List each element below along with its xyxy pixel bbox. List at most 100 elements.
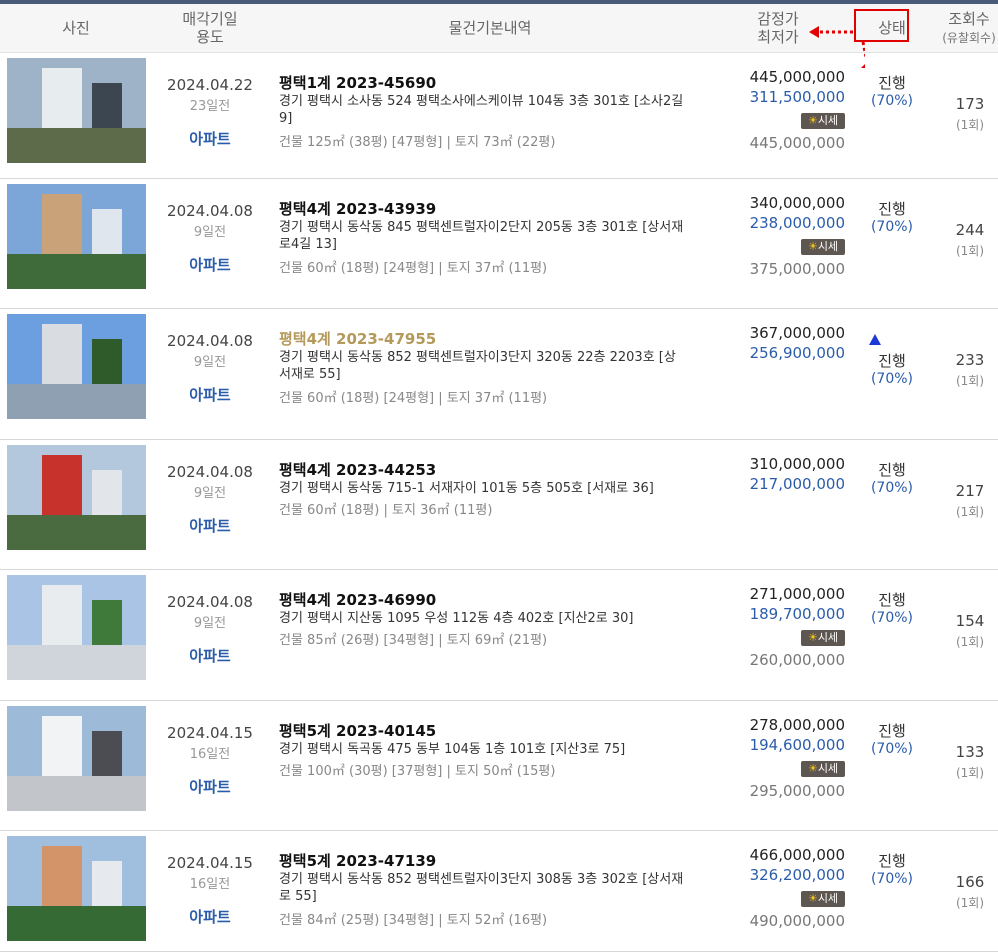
days-ago: 9일전: [193, 355, 227, 370]
area-info: 건물 100㎡ (30평) [37평형] | 토지 50㎡ (15평): [279, 764, 556, 779]
property-photo[interactable]: [7, 445, 146, 550]
address: 경기 평택시 동삭동 852 평택센트럴자이3단지 320동 22층 2203호…: [279, 350, 676, 365]
property-photo[interactable]: [7, 706, 146, 811]
status-percent: (70%): [870, 871, 914, 887]
cursor-triangle-icon: [869, 334, 881, 345]
property-photo[interactable]: [7, 184, 146, 289]
header-date-line1: 매각기일: [182, 10, 238, 28]
status-percent: (70%): [870, 371, 914, 387]
fail-count: (1회): [955, 505, 985, 519]
address-cont: 서재로 55]: [279, 367, 341, 382]
header-price-line2: 최저가: [757, 28, 799, 46]
view-count: 166: [955, 873, 985, 891]
view-count: 233: [955, 351, 985, 369]
sun-icon: ☀: [807, 892, 818, 905]
status-text: 진행: [878, 722, 906, 740]
view-count: 244: [955, 221, 985, 239]
view-count: 154: [955, 612, 985, 630]
sun-icon: ☀: [807, 114, 818, 127]
header-views-line2: (유찰회수): [942, 31, 996, 45]
property-photo[interactable]: [7, 314, 146, 419]
address: 경기 평택시 동삭동 852 평택센트럴자이3단지 308동 3층 302호 […: [279, 872, 684, 887]
market-price-label: 시세: [817, 240, 839, 253]
table-row[interactable]: 2024.04.08 9일전 아파트 평택4계 2023-46990 경기 평택시 지산…: [0, 569, 998, 701]
property-photo[interactable]: [7, 575, 146, 680]
minimum-price: 217,000,000: [749, 475, 845, 493]
table-row[interactable]: 2024.04.08 9일전 아파트 평택4계 2023-44253 경기 평택시 동삭…: [0, 439, 998, 570]
status-percent: (70%): [870, 480, 914, 496]
status-text: 진행: [878, 591, 906, 609]
fail-count: (1회): [955, 374, 985, 388]
table-row[interactable]: 2024.04.08 9일전아파트 평택4계 2023-47955 경기 평택시 동삭…: [0, 308, 998, 440]
property-photo[interactable]: [7, 58, 146, 163]
header-price[interactable]: 감정가 최저가: [748, 10, 808, 46]
usage-type[interactable]: 아파트: [160, 384, 260, 405]
usage-type[interactable]: 아파트: [160, 645, 260, 666]
minimum-price: 326,200,000: [749, 866, 845, 884]
market-price-badge[interactable]: ☀시세: [801, 113, 845, 129]
address-cont: 로4길 13]: [279, 237, 337, 252]
status-percent: (70%): [870, 93, 914, 109]
market-price-badge[interactable]: ☀시세: [801, 630, 845, 646]
market-price-badge[interactable]: ☀시세: [801, 891, 845, 907]
minimum-price: 256,900,000: [749, 344, 845, 362]
table-row[interactable]: 2024.04.08 9일전 아파트 평택4계 2023-43939 경기 평택시 동삭…: [0, 178, 998, 309]
case-title-link[interactable]: 평택4계 2023-47955: [279, 328, 436, 349]
appraisal-price: 310,000,000: [749, 455, 845, 473]
status-text: 진행: [878, 461, 906, 479]
market-price: 260,000,000: [749, 651, 845, 669]
market-price-label: 시세: [817, 892, 839, 905]
appraisal-price: 278,000,000: [749, 716, 845, 734]
market-price-badge[interactable]: ☀시세: [801, 239, 845, 255]
days-ago: 16일전: [189, 877, 231, 892]
header-photo: 사진: [62, 19, 90, 37]
header-basic: 물건기본내역: [448, 19, 532, 37]
view-count: 217: [955, 482, 985, 500]
case-title-link[interactable]: 평택4계 2023-46990: [279, 589, 436, 610]
case-title-link[interactable]: 평택5계 2023-40145: [279, 720, 436, 741]
sun-icon: ☀: [807, 240, 818, 253]
table-row[interactable]: 2024.04.15 16일전 아파트 평택5계 2023-47139 경기 평택시 동…: [0, 830, 998, 952]
case-title-link[interactable]: 평택1계 2023-45690: [279, 72, 436, 93]
appraisal-price: 367,000,000: [749, 324, 845, 342]
header-views[interactable]: 조회수 (유찰회수): [938, 10, 998, 47]
table-row[interactable]: 2024.04.22 23일전 아파트 평택1계 2023-45690 경기 평택시 소…: [0, 52, 998, 179]
sun-icon: ☀: [807, 631, 818, 644]
address-cont: 로 55]: [279, 889, 317, 904]
address: 경기 평택시 지산동 1095 우성 112동 4층 402호 [지산2로 30…: [279, 611, 634, 626]
view-count: 133: [955, 743, 985, 761]
status-text: 진행: [878, 200, 906, 218]
area-info: 건물 60㎡ (18평) [24평형] | 토지 37㎡ (11평): [279, 261, 548, 276]
usage-type[interactable]: 아파트: [160, 128, 260, 149]
market-price-badge[interactable]: ☀시세: [801, 761, 845, 777]
status-percent: (70%): [870, 610, 914, 626]
usage-type[interactable]: 아파트: [160, 776, 260, 797]
fail-count: (1회): [955, 896, 985, 910]
usage-type[interactable]: 아파트: [160, 515, 260, 536]
market-price-label: 시세: [817, 631, 839, 644]
appraisal-price: 340,000,000: [749, 194, 845, 212]
address: 경기 평택시 독곡동 475 동부 104동 1층 101호 [지산3로 75]: [279, 742, 626, 757]
case-title-link[interactable]: 평택5계 2023-47139: [279, 850, 436, 871]
status-text: 진행: [878, 74, 906, 92]
auction-date: 2024.04.08: [167, 593, 253, 611]
address: 경기 평택시 동삭동 845 평택센트럴자이2단지 205동 3층 301호 […: [279, 220, 684, 235]
auction-date: 2024.04.22: [167, 76, 253, 94]
sun-icon: ☀: [807, 762, 818, 775]
minimum-price: 311,500,000: [749, 88, 845, 106]
auction-date: 2024.04.08: [167, 332, 253, 350]
auction-date: 2024.04.08: [167, 202, 253, 220]
fail-count: (1회): [955, 635, 985, 649]
case-title-link[interactable]: 평택4계 2023-43939: [279, 198, 436, 219]
usage-type[interactable]: 아파트: [160, 906, 260, 927]
table-row[interactable]: 2024.04.15 16일전 아파트 평택5계 2023-40145 경기 평택시 독…: [0, 700, 998, 831]
fail-count: (1회): [955, 244, 985, 258]
usage-type[interactable]: 아파트: [160, 254, 260, 275]
property-photo[interactable]: [7, 836, 146, 941]
days-ago: 16일전: [189, 747, 231, 762]
appraisal-price: 466,000,000: [749, 846, 845, 864]
address: 경기 평택시 소사동 524 평택소사에스케이뷰 104동 3층 301호 [소…: [279, 94, 684, 109]
case-title-link[interactable]: 평택4계 2023-44253: [279, 459, 436, 480]
header-price-line1: 감정가: [757, 10, 799, 28]
area-info: 건물 60㎡ (18평) [24평형] | 토지 37㎡ (11평): [279, 391, 548, 406]
